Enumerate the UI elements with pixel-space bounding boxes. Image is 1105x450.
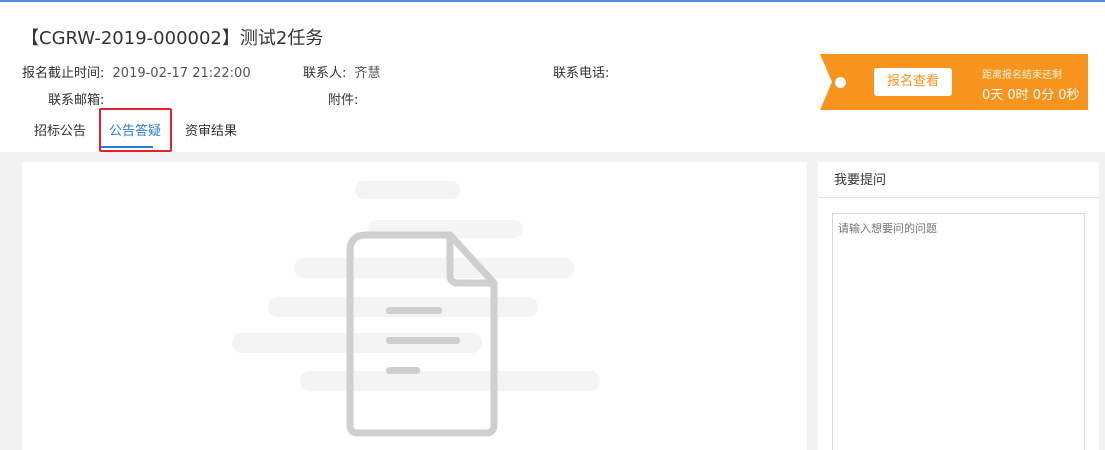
attachment-label: 附件: <box>328 93 359 108</box>
banner-notch <box>820 54 832 110</box>
tab-highlight-box <box>99 108 172 152</box>
ask-question-panel: 我要提问 <box>818 162 1099 450</box>
contact-info: 联系人: 齐慧 <box>303 62 381 81</box>
contact-value: 齐慧 <box>354 66 381 81</box>
deadline-info: 报名截止时间: 2019-02-17 21:22:00 <box>22 62 251 81</box>
top-rule <box>0 0 1105 2</box>
email-info: 联系邮箱: <box>48 89 108 108</box>
countdown-value: 0天 0时 0分 0秒 <box>982 88 1080 103</box>
attachment-info: 附件: <box>328 89 362 108</box>
banner-dot-icon <box>835 77 846 88</box>
deadline-label: 报名截止时间: <box>22 66 105 81</box>
ask-question-title: 我要提问 <box>818 162 1099 198</box>
tab-announcement[interactable]: 招标公告 <box>34 120 86 139</box>
tab-bar: 招标公告 公告答疑 资审结果 <box>22 115 382 151</box>
view-registration-button[interactable]: 报名查看 <box>874 68 952 96</box>
question-input[interactable] <box>832 213 1085 450</box>
phone-label: 联系电话: <box>553 66 610 81</box>
deadline-value: 2019-02-17 21:22:00 <box>112 66 251 81</box>
contact-label: 联系人: <box>303 66 347 81</box>
phone-info: 联系电话: <box>553 62 613 81</box>
email-label: 联系邮箱: <box>48 93 105 108</box>
tab-qualification-result[interactable]: 资审结果 <box>185 120 237 139</box>
page-title: 【CGRW-2019-000002】测试2任务 <box>21 28 324 49</box>
document-icon <box>232 181 600 437</box>
countdown-label: 距离报名结束还剩 <box>982 70 1062 81</box>
